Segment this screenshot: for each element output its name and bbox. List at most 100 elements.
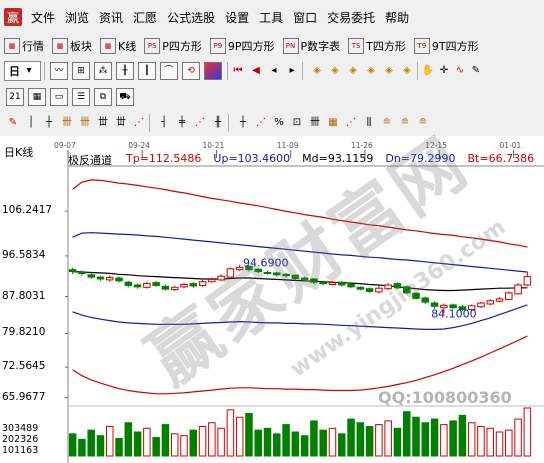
- first-icon[interactable]: ⏮: [231, 64, 245, 78]
- view-button-7[interactable]: T9 9T四方形: [410, 36, 483, 56]
- menu-item-1[interactable]: 浏览: [60, 9, 94, 26]
- fork3-icon[interactable]: 丗: [96, 116, 110, 130]
- network-icon[interactable]: ⧉: [94, 88, 112, 106]
- menu-item-4[interactable]: 公式选股: [162, 9, 220, 26]
- scatter-icon[interactable]: ⁂: [94, 62, 112, 80]
- forward-icon[interactable]: ▸: [285, 64, 299, 78]
- menu-item-9[interactable]: 帮助: [380, 9, 414, 26]
- chart-type-icon[interactable]: 〰: [50, 62, 68, 80]
- volume-tick-label: 303489: [2, 423, 39, 434]
- cross-grid-icon[interactable]: ┼: [42, 116, 56, 130]
- fan-icon[interactable]: ⋰: [132, 116, 146, 130]
- shift-down-icon[interactable]: ◈: [400, 64, 414, 78]
- fork5-icon[interactable]: 卌: [308, 116, 322, 130]
- gann-icon[interactable]: ┤: [157, 116, 171, 130]
- grid2-icon[interactable]: ┼: [236, 116, 250, 130]
- fork2-icon[interactable]: 卌: [78, 116, 92, 130]
- kline-chart[interactable]: 09-07 09-24 10-21 11-09 11-26 12-15 01-01 94.69…: [0, 136, 544, 463]
- date-tick-label: 10-21: [202, 141, 224, 150]
- table-icon[interactable]: ▦: [28, 88, 46, 106]
- menu-item-0[interactable]: 文件: [26, 9, 60, 26]
- calendar-icon[interactable]: 21: [6, 88, 24, 106]
- candle-body: [402, 286, 411, 294]
- period-line-icon[interactable]: ╫: [211, 116, 225, 130]
- wave-icon[interactable]: ∿: [453, 64, 467, 78]
- volume-bar: [495, 431, 504, 457]
- golden2-icon[interactable]: ≘: [398, 116, 412, 130]
- candle-body: [96, 276, 105, 280]
- menu-item-6[interactable]: 工具: [254, 9, 288, 26]
- date-tick-label: 09-24: [128, 141, 150, 150]
- crosshair-icon[interactable]: ✛: [437, 64, 451, 78]
- volume-bar: [505, 429, 513, 457]
- gann2-icon[interactable]: ╪: [175, 116, 189, 130]
- view-button-1[interactable]: ▦ 板块: [48, 36, 96, 56]
- back-icon[interactable]: ◂: [267, 64, 281, 78]
- pencil-icon[interactable]: ✎: [469, 64, 483, 78]
- candle-body: [133, 284, 142, 288]
- list-icon[interactable]: ☰: [72, 88, 90, 106]
- menu-item-5[interactable]: 设置: [220, 9, 254, 26]
- shift-right-icon[interactable]: ◈: [364, 64, 378, 78]
- percent-icon[interactable]: %: [272, 116, 286, 130]
- candlestick-icon[interactable]: ╫: [116, 62, 134, 80]
- band-line-Md: [72, 271, 528, 292]
- fan3-icon[interactable]: ⋰: [254, 116, 268, 130]
- fork4-icon[interactable]: 丗: [114, 116, 128, 130]
- bars-icon[interactable]: ⫼: [362, 116, 376, 130]
- candle-body: [124, 281, 133, 286]
- menu-item-2[interactable]: 资讯: [94, 9, 128, 26]
- box-icon[interactable]: ⊡: [290, 116, 304, 130]
- line-style-icon[interactable]: ⌒: [160, 62, 178, 80]
- prev-icon[interactable]: ◀: [249, 64, 263, 78]
- hand-icon[interactable]: ✋: [421, 64, 435, 78]
- shift-left-icon[interactable]: ◈: [346, 64, 360, 78]
- date-tick-label: 01-01: [499, 141, 521, 150]
- zoom-out-icon[interactable]: ◈: [310, 64, 324, 78]
- bar-icon[interactable]: ┃: [138, 62, 156, 80]
- volume-bar: [198, 425, 207, 457]
- band-line-Up: [72, 232, 528, 273]
- compare-icon[interactable]: ⊞: [72, 62, 90, 80]
- grid3-icon[interactable]: ▦: [326, 116, 340, 130]
- low-annotation: 84.1000: [431, 308, 477, 321]
- zoom-in-icon[interactable]: ◈: [328, 64, 342, 78]
- volume-bar: [365, 425, 374, 457]
- y-tick-label: 72.5645: [2, 360, 46, 373]
- volume-bar: [180, 435, 188, 457]
- fan2-icon[interactable]: ⋰: [193, 116, 207, 130]
- color-scheme-icon[interactable]: [204, 62, 222, 80]
- y-tick-label: 87.8031: [2, 289, 46, 302]
- rebase-icon[interactable]: ⟲: [182, 62, 200, 80]
- view-button-0[interactable]: ▦ 行情: [0, 36, 48, 56]
- view-button-5[interactable]: PN P数字表: [279, 36, 345, 56]
- candle-body: [198, 281, 207, 286]
- fan4-icon[interactable]: ⋰: [344, 116, 358, 130]
- monitor-icon[interactable]: ▭: [50, 88, 68, 106]
- view-button-6[interactable]: TS T四方形: [344, 36, 410, 56]
- candle-body: [78, 271, 86, 274]
- candle-body: [161, 285, 170, 290]
- golden3-icon[interactable]: ≘: [416, 116, 430, 130]
- menu-item-8[interactable]: 交易委托: [322, 9, 380, 26]
- volume-bar: [87, 429, 95, 457]
- view-button-4[interactable]: P9 9P四方形: [206, 36, 279, 56]
- candle-body: [347, 284, 355, 288]
- view-button-2[interactable]: ▦ K线: [96, 36, 140, 56]
- car-icon[interactable]: ⛟: [116, 88, 134, 106]
- menu-item-7[interactable]: 窗口: [288, 9, 322, 26]
- shift-up-icon[interactable]: ◈: [382, 64, 396, 78]
- indicator-value-0: Tp=112.5486: [126, 152, 202, 165]
- volume-bar: [356, 422, 365, 457]
- fork-icon[interactable]: 卌: [60, 116, 74, 130]
- volume-bar: [78, 438, 86, 457]
- golden-icon[interactable]: ≘: [380, 116, 394, 130]
- candle-body: [226, 268, 235, 278]
- vline-icon[interactable]: │: [24, 116, 38, 130]
- p-icon: PS: [144, 38, 161, 54]
- candle-body: [282, 273, 290, 277]
- period-select[interactable]: 日 ▾: [4, 61, 41, 81]
- draw-pen-icon[interactable]: ✎: [6, 116, 20, 130]
- menu-item-3[interactable]: 汇愿: [128, 9, 162, 26]
- view-button-3[interactable]: PS P四方形: [140, 36, 206, 56]
